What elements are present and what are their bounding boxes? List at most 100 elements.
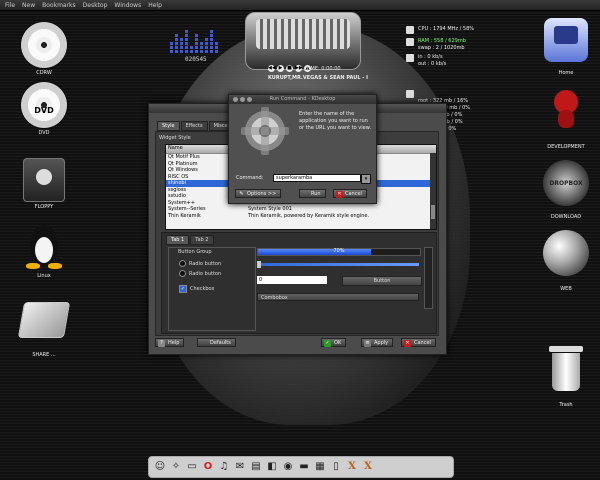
film-icon[interactable]: ▤ (249, 459, 263, 475)
visualizer-dot (175, 38, 178, 41)
wrench-icon: ✎ (239, 191, 244, 197)
notes-icon[interactable]: ✉ (233, 459, 247, 475)
dvd-badge: DVD (34, 106, 54, 115)
progress-label: 70% (333, 248, 345, 254)
desktop-icon-linux[interactable]: Linux (14, 225, 74, 279)
trash-icon[interactable]: ▯ (329, 459, 343, 475)
desktop-icon-share[interactable]: SHARE ... (14, 302, 74, 358)
checkbox[interactable]: Checkbox (179, 285, 214, 293)
menu-new[interactable]: New (22, 2, 35, 9)
media-player (245, 12, 361, 70)
help-button[interactable]: ? Help (155, 338, 185, 347)
preview-tab-2[interactable]: Tab 2 (190, 235, 214, 245)
dialog-titlebar[interactable]: Run Command - KDesktop (229, 95, 376, 104)
visualizer-dot (180, 46, 183, 49)
run-cancel-button[interactable]: ✕ Cancel (333, 189, 367, 198)
desktop-icon-trash[interactable]: Trash (536, 346, 596, 408)
trash-icon (549, 346, 583, 392)
calendar-icon[interactable]: ▦ (313, 459, 327, 475)
command-input[interactable] (273, 174, 361, 182)
command-label: Command: (236, 175, 264, 181)
visualizer-dot (210, 34, 213, 37)
visualizer-dot (210, 50, 213, 53)
menu-help[interactable]: Help (148, 2, 162, 9)
list-item[interactable]: Thin Keramik Thin Keramik, powered by Ker… (166, 213, 436, 220)
visualizer-dot (180, 38, 183, 41)
visualizer-dot (170, 46, 173, 49)
visualizer-dot (205, 50, 208, 53)
desktop-icon-development[interactable]: DEVELOPMENT (536, 86, 596, 150)
forward-icon[interactable]: ▶▶ (295, 65, 303, 72)
slider-handle[interactable] (257, 261, 261, 268)
chevron-down-icon[interactable]: ▾ (361, 174, 371, 184)
run-button[interactable]: Run (299, 189, 326, 198)
menu-bookmarks[interactable]: Bookmarks (42, 2, 76, 9)
rewind-icon[interactable]: ◀◀ (268, 65, 276, 72)
app-icon[interactable]: ◧ (265, 459, 279, 475)
minimize-icon[interactable] (240, 97, 245, 102)
tab-effects[interactable]: Effects (180, 121, 208, 131)
slider[interactable] (257, 261, 419, 268)
defaults-button[interactable]: Defaults (197, 338, 236, 347)
list-scrollbar[interactable] (430, 153, 436, 229)
combobox[interactable]: Combobox (257, 293, 419, 301)
menu-windows[interactable]: Windows (114, 2, 141, 9)
visualizer-dot (200, 42, 203, 45)
desktop-icon-web[interactable]: WEB (536, 230, 596, 292)
x-icon[interactable]: X (361, 459, 375, 475)
visualizer-dot (200, 46, 203, 49)
dialog-message: Enter the name of the application you wa… (299, 111, 371, 131)
music-icon[interactable]: ♫ (217, 459, 231, 475)
preview-button[interactable]: Button (342, 276, 422, 286)
desktop-icon-dvd[interactable]: DVD DVD (14, 82, 74, 136)
desktop-icon-download[interactable]: DROPBOX DOWNLOAD (536, 160, 596, 220)
radio-button-1[interactable]: Radio button (179, 260, 221, 267)
reset-icon (200, 340, 207, 347)
close-icon: ✕ (336, 191, 343, 198)
desktop-icon-floppy[interactable]: FLOPPY (14, 158, 74, 210)
stop-icon[interactable]: ■ (286, 65, 293, 72)
style-preview: Tab 1 Tab 2 Button Group Radio button Ra… (161, 232, 437, 334)
safari-icon[interactable]: ✧ (169, 459, 183, 475)
visualizer-dot (195, 50, 198, 53)
desktop-icon-label: DEVELOPMENT (547, 144, 585, 150)
monitor-icon[interactable]: ▭ (185, 459, 199, 475)
share-icon (17, 302, 71, 338)
apply-button[interactable]: ≡ Apply (361, 338, 394, 347)
finder-icon[interactable]: ☺ (153, 459, 167, 475)
ram-readout: RAM : 558 / 629mb (418, 38, 466, 44)
radio-button-2[interactable]: Radio button (179, 270, 221, 277)
globe-icon (543, 230, 589, 276)
net-in-readout: in : 0 kb/s (418, 54, 443, 60)
options-button[interactable]: ✎ Options >> (235, 189, 282, 198)
player-time: TIME: 0:00:00 (306, 66, 341, 72)
clock-readout: 020545 (185, 56, 207, 63)
visualizer-dot (215, 42, 218, 45)
menubar: File New Bookmarks Desktop Windows Help (0, 0, 600, 11)
desktop-icon-cdrw[interactable]: CDRW (14, 22, 74, 76)
preview-tab-1[interactable]: Tab 1 (166, 235, 190, 245)
ok-button[interactable]: ✓ OK (321, 338, 347, 347)
cancel-button[interactable]: ✕ Cancel (401, 338, 436, 347)
visualizer-dot (205, 38, 208, 41)
desktop-icon-label: FLOPPY (34, 204, 54, 210)
x-icon[interactable]: X (345, 459, 359, 475)
preview-scrollbar[interactable] (424, 247, 433, 309)
desktop-icon-label: DOWNLOAD (550, 214, 582, 220)
menu-desktop[interactable]: Desktop (83, 2, 108, 9)
camera-icon[interactable]: ◉ (281, 459, 295, 475)
spinbox[interactable]: 0 (257, 276, 327, 284)
terminal-icon[interactable]: ▬ (297, 459, 311, 475)
visualizer-dot (185, 38, 188, 41)
visualizer-dot (185, 30, 188, 33)
menu-file[interactable]: File (5, 2, 15, 9)
desktop-icon-home[interactable]: Home (536, 18, 596, 76)
apply-icon: ≡ (364, 340, 371, 347)
opera-icon[interactable]: O (201, 459, 215, 475)
visualizer-dot (185, 46, 188, 49)
close-icon[interactable] (233, 97, 238, 102)
maximize-icon[interactable] (247, 97, 252, 102)
dock: ☺ ✧ ▭ O ♫ ✉ ▤ ◧ ◉ ▬ ▦ ▯ X X (148, 456, 454, 478)
tab-style[interactable]: Style (157, 121, 180, 131)
play-icon[interactable]: ▶ (277, 65, 284, 72)
